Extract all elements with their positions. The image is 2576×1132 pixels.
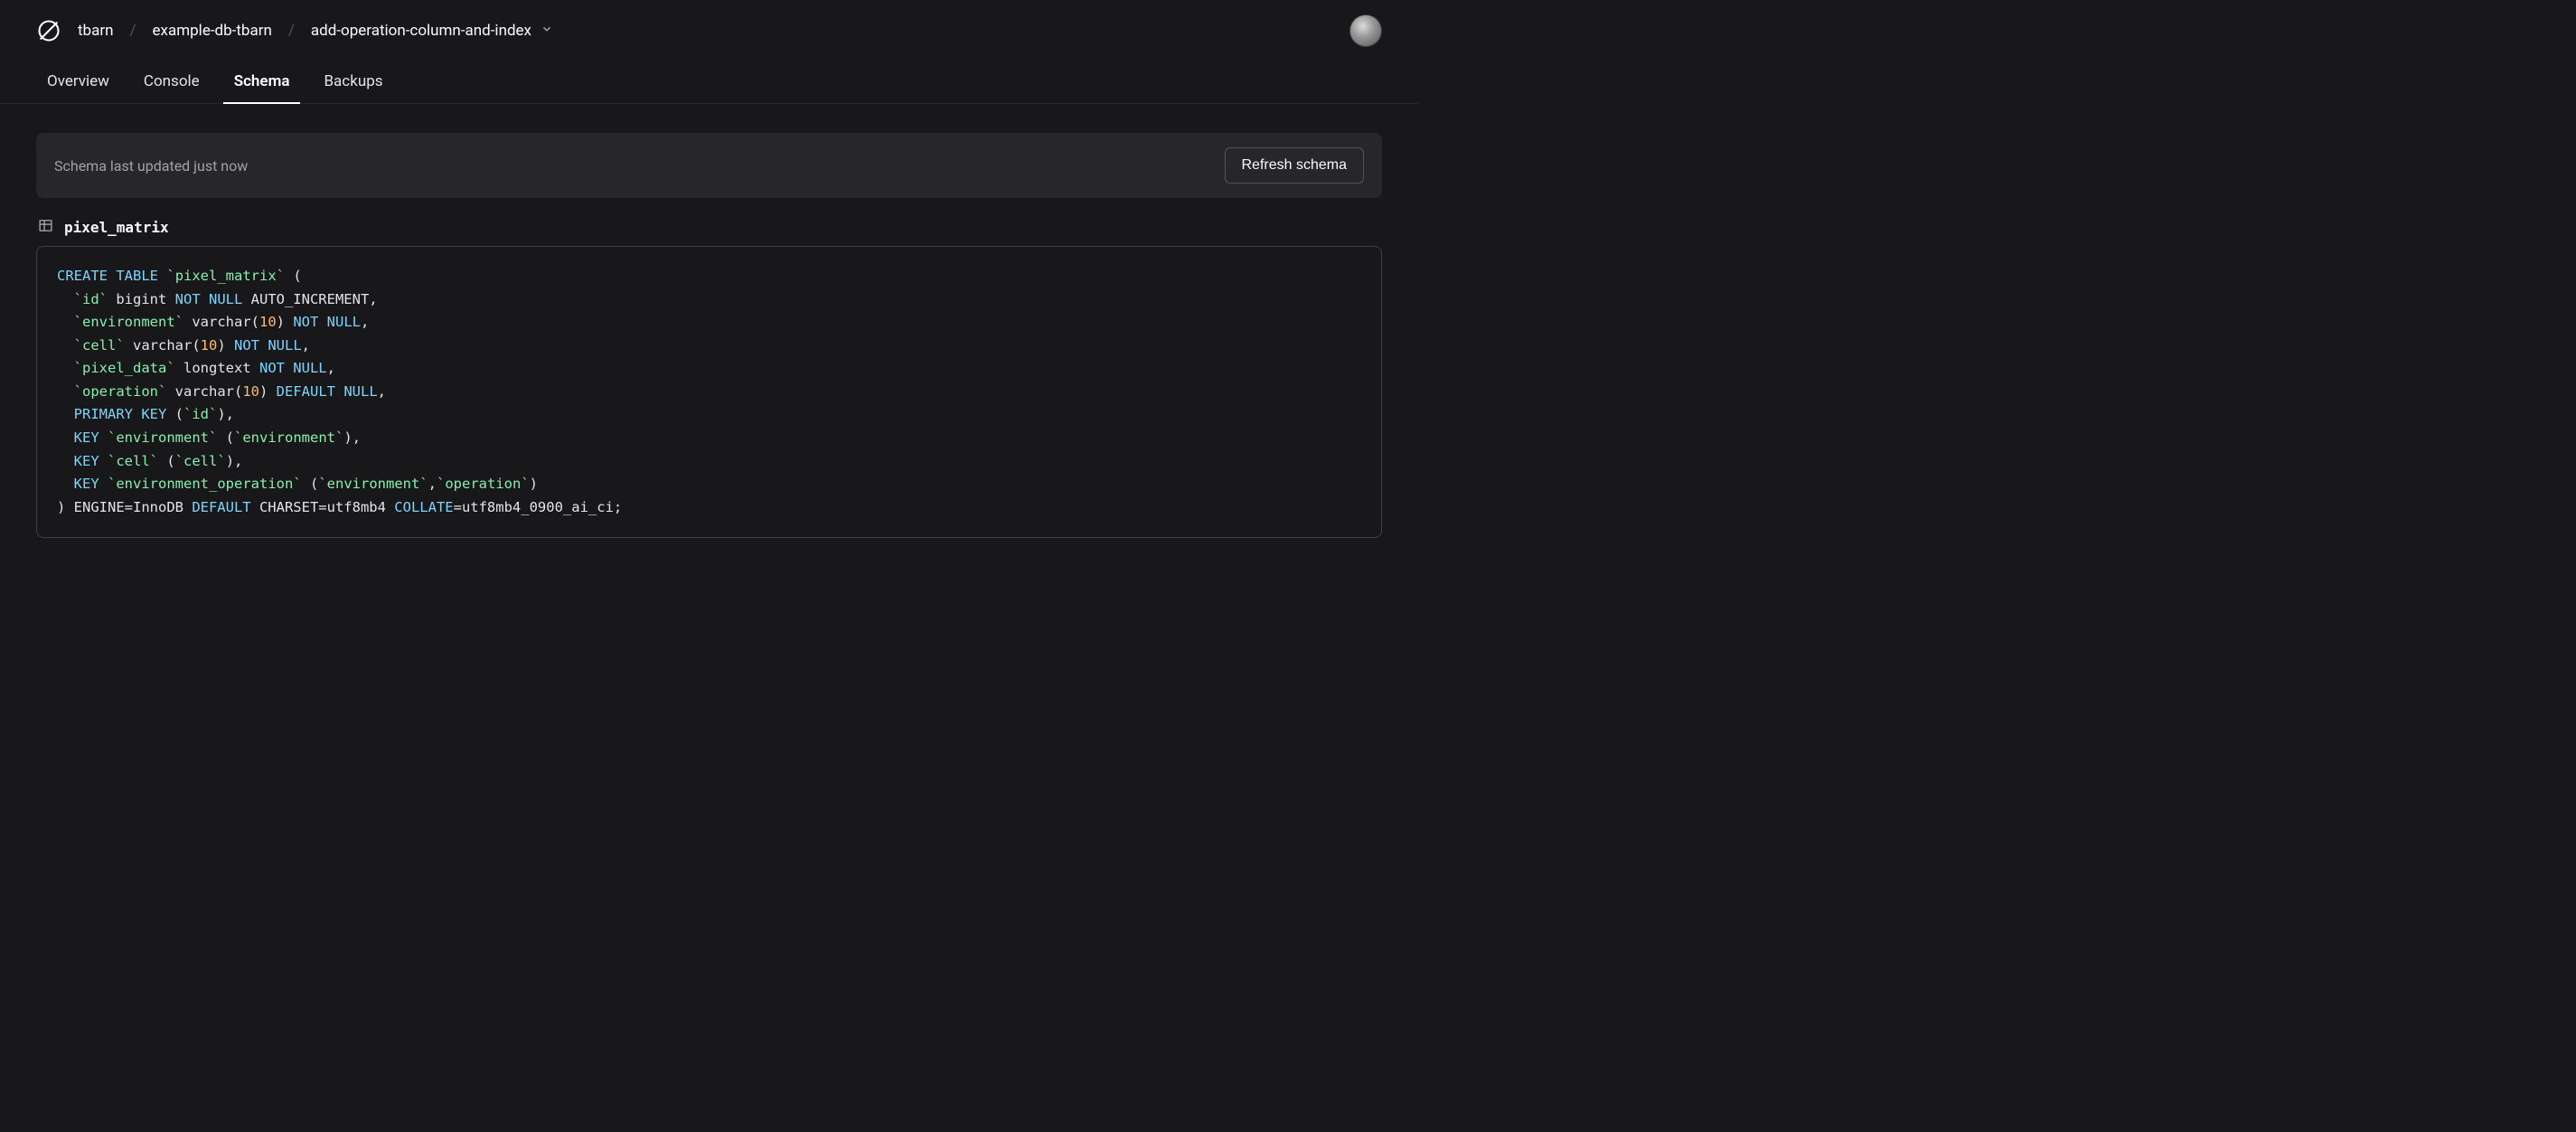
sql-ident: `environment_operation` [108,476,302,492]
sql-token: varchar( [125,337,201,354]
sql-kw: TABLE [116,268,158,284]
breadcrumb-db[interactable]: example-db-tbarn [153,22,272,40]
sql-token: CHARSET=utf8mb4 [251,499,395,515]
header: tbarn / example-db-tbarn / add-operation… [0,0,1418,61]
avatar[interactable] [1349,14,1382,47]
tab-schema[interactable]: Schema [230,61,294,103]
sql-num: 10 [259,314,277,330]
tab-backups[interactable]: Backups [320,61,386,103]
sql-token: ) [217,337,234,354]
sql-token: , [302,337,310,354]
chevron-down-icon [541,22,553,40]
sql-num: 10 [242,383,259,400]
table-header: pixel_matrix [36,218,1382,237]
sql-ident: `environment` [108,429,217,446]
sql-kw: PRIMARY KEY [74,406,167,422]
sql-ident: `environment` [318,476,428,492]
sql-token: , [369,291,377,307]
sql-ident: `cell` [108,453,158,469]
sql-kw: KEY [74,429,99,446]
logo-icon[interactable] [36,18,61,43]
table-icon [38,218,53,237]
status-text: Schema last updated just now [54,157,248,175]
sql-token: ( [285,268,302,284]
tabs: Overview Console Schema Backups [0,61,1418,104]
sql-token: , [327,360,335,376]
sql-token: AUTO_INCREMENT [242,291,369,307]
header-left: tbarn / example-db-tbarn / add-operation… [36,18,553,43]
sql-ident: `cell` [175,453,226,469]
sql-token: longtext [175,360,259,376]
breadcrumb-org[interactable]: tbarn [78,22,114,40]
sql-token: ) [277,314,294,330]
sql-ident: `id` [74,291,108,307]
sql-ident: `pixel_data` [74,360,175,376]
sql-kw: CREATE [57,268,108,284]
sql-ident: `id` [183,406,217,422]
sql-ident: `operation` [74,383,167,400]
sql-token: varchar( [166,383,242,400]
tab-console[interactable]: Console [140,61,203,103]
sql-token: ) [259,383,277,400]
sql-ident: `environment` [74,314,183,330]
sql-kw: DEFAULT [192,499,250,515]
sql-token: , [361,314,369,330]
breadcrumb-sep: / [288,22,295,40]
sql-ident: `cell` [74,337,125,354]
breadcrumb-sep: / [130,22,136,40]
refresh-schema-button[interactable]: Refresh schema [1225,147,1365,184]
sql-token: , [226,406,234,422]
sql-kw: NULL [343,383,377,400]
sql-token: , [353,429,361,446]
sql-token: , [378,383,386,400]
sql-kw: NOT NULL [175,291,243,307]
sql-token: bigint [108,291,175,307]
sql-code: CREATE TABLE `pixel_matrix` ( `id` bigin… [36,246,1382,538]
sql-token: ) ENGINE=InnoDB [57,499,192,515]
breadcrumb-branch[interactable]: add-operation-column-and-index [311,22,553,40]
sql-token: , [234,453,242,469]
sql-ident: `environment` [234,429,343,446]
sql-kw: COLLATE [394,499,453,515]
sql-token: =utf8mb4_0900_ai_ci; [454,499,623,515]
table-name: pixel_matrix [64,219,169,236]
sql-kw: NOT NULL [234,337,302,354]
breadcrumb: tbarn / example-db-tbarn / add-operation… [78,22,553,40]
sql-kw: DEFAULT [277,383,335,400]
content: Schema last updated just now Refresh sch… [0,104,1418,567]
tab-overview[interactable]: Overview [43,61,113,103]
sql-ident: `pixel_matrix` [166,268,285,284]
sql-kw: NOT NULL [293,314,361,330]
sql-kw: NOT NULL [259,360,327,376]
sql-kw: KEY [74,453,99,469]
sql-token: varchar( [183,314,259,330]
sql-kw: KEY [74,476,99,492]
status-bar: Schema last updated just now Refresh sch… [36,133,1382,198]
breadcrumb-branch-label: add-operation-column-and-index [311,22,531,40]
sql-ident: `operation` [437,476,530,492]
sql-num: 10 [201,337,218,354]
